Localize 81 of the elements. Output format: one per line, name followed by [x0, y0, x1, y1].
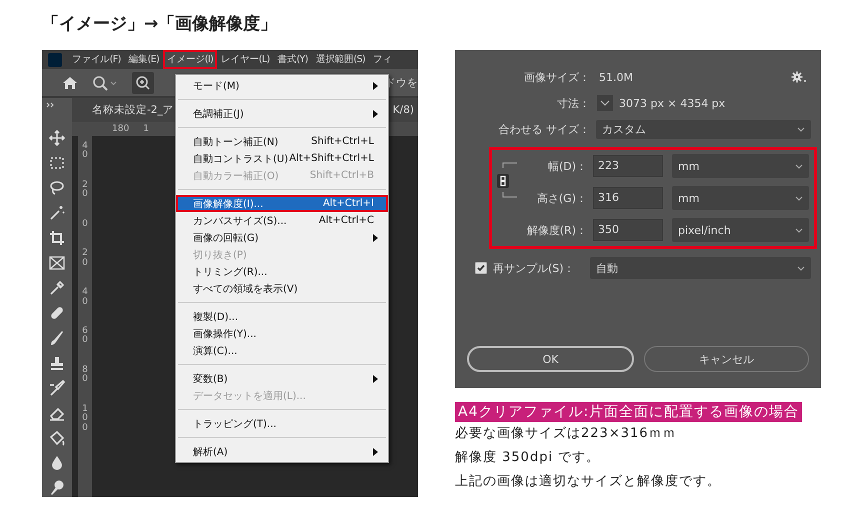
- menu-item[interactable]: 画像操作(Y)...: [176, 325, 388, 342]
- crop-icon[interactable]: [48, 229, 66, 247]
- ruler-label: 180: [112, 124, 130, 134]
- checkbox[interactable]: [475, 262, 487, 274]
- chevron-icon: [795, 228, 803, 232]
- cancel-button[interactable]: キャンセル: [644, 346, 809, 372]
- field-label: 寸法：: [556, 96, 591, 110]
- document-tab[interactable]: 名称未設定-2_ア: [92, 103, 174, 117]
- field-label: 幅(D)：: [546, 158, 588, 174]
- menu-bar-item[interactable]: ファイル(F): [68, 50, 125, 69]
- menu-item[interactable]: すべての領域を表示(V): [176, 280, 388, 297]
- options-bar-text: ドウを: [385, 76, 418, 90]
- app-logo-icon: [48, 52, 62, 66]
- menu-item[interactable]: 画像解像度(I)... Alt+Ctrl+I: [176, 195, 388, 212]
- ruler-label: 80: [82, 366, 88, 385]
- resample-dropdown[interactable]: 自動: [590, 257, 811, 279]
- menu-item[interactable]: 自動トーン補正(N) Shift+Ctrl+L: [176, 133, 388, 150]
- menu-bar-item[interactable]: フィ: [369, 50, 396, 69]
- menu-item[interactable]: 複製(D)...: [176, 308, 388, 325]
- menu-item[interactable]: トリミング(R)...: [176, 263, 388, 280]
- chevron-icon: [797, 266, 805, 270]
- menu-bar-item[interactable]: 書式(Y): [274, 50, 312, 69]
- dimensions-value: 3073 px × 4354 px: [619, 96, 726, 110]
- menu-bar-item[interactable]: レイヤー(L): [217, 50, 274, 69]
- home-icon[interactable]: [62, 74, 78, 90]
- frame-icon[interactable]: [48, 254, 66, 272]
- chevron-icon: [795, 164, 803, 168]
- chevron-icon: [797, 126, 805, 132]
- input-field[interactable]: 350: [593, 219, 663, 241]
- ruler-label: 0: [82, 220, 88, 230]
- brush-icon[interactable]: [48, 329, 66, 347]
- stamp-icon[interactable]: [48, 354, 66, 372]
- chain-link-icon[interactable]: [496, 160, 518, 200]
- menu-item[interactable]: 色調補正(J): [176, 105, 388, 122]
- search-icon[interactable]: [92, 74, 118, 90]
- menu-bar-item[interactable]: 編集(E): [124, 50, 164, 69]
- move-icon[interactable]: [48, 129, 66, 147]
- input-field[interactable]: 316: [593, 187, 663, 209]
- lasso-icon[interactable]: [48, 179, 66, 197]
- menu-item[interactable]: 演算(C)...: [176, 342, 388, 359]
- bucket-icon[interactable]: [48, 429, 66, 447]
- menu-item[interactable]: 解析(A): [176, 443, 388, 460]
- menu-item[interactable]: トラッピング(T)...: [176, 415, 388, 432]
- dropdown-button[interactable]: [597, 95, 613, 111]
- field-label: 再サンプル(S)：: [493, 260, 576, 276]
- image-size-value: 51.0M: [599, 70, 633, 84]
- ruler-label: 1: [143, 124, 149, 134]
- caption-text: 上記の画像は適切なサイズと解像度です。: [455, 473, 722, 491]
- fit-size-dropdown[interactable]: カスタム: [596, 120, 811, 138]
- ruler-label: 20: [82, 180, 88, 200]
- menu-bar-item[interactable]: イメージ(I): [163, 50, 218, 69]
- ruler-label: 20: [82, 249, 88, 268]
- field-label: 合わせる サイズ：: [498, 122, 591, 136]
- eyedropper-icon[interactable]: [48, 279, 66, 297]
- menu-item[interactable]: 画像の回転(G): [176, 229, 388, 246]
- chevron-icon: [795, 196, 803, 200]
- unit-dropdown[interactable]: mm: [672, 154, 809, 178]
- settings-icon[interactable]: [791, 71, 807, 83]
- wand-icon[interactable]: [48, 204, 66, 222]
- menu-item[interactable]: モード(M): [176, 77, 388, 94]
- unit-dropdown[interactable]: pixel/inch: [672, 218, 809, 242]
- ruler-label: 60: [82, 326, 88, 346]
- caption-heading: A4クリアファイル:片面全面に配置する画像の場合: [455, 402, 802, 422]
- menu-item[interactable]: 自動コントラスト(U)Alt+Shift+Ctrl+L: [176, 150, 388, 167]
- caption-text: 必要な画像サイズは223×316ｍｍ: [455, 425, 678, 443]
- ruler-label: 40: [82, 142, 88, 161]
- input-field[interactable]: 223: [593, 155, 663, 177]
- caption-text: 解像度 350dpi です。: [455, 449, 602, 467]
- field-label: 画像サイズ：: [523, 70, 591, 84]
- menu-item[interactable]: 変数(B): [176, 370, 388, 387]
- zoom-in-icon[interactable]: [132, 72, 154, 94]
- menu-item[interactable]: カンバスサイズ(S)... Alt+Ctrl+C: [176, 212, 388, 229]
- field-label: 解像度(R)：: [526, 222, 588, 238]
- ruler-label: 40: [82, 288, 88, 307]
- unit-dropdown[interactable]: mm: [672, 186, 809, 210]
- field-label: 高さ(G)：: [536, 190, 588, 206]
- document-tab-text: K/8): [392, 104, 415, 116]
- heading: 「イメージ」→「画像解像度」: [42, 13, 278, 36]
- ok-button[interactable]: OK: [467, 346, 634, 372]
- ruler-label: 100: [82, 404, 88, 433]
- menu-bar-item[interactable]: 選択範囲(S): [312, 50, 370, 69]
